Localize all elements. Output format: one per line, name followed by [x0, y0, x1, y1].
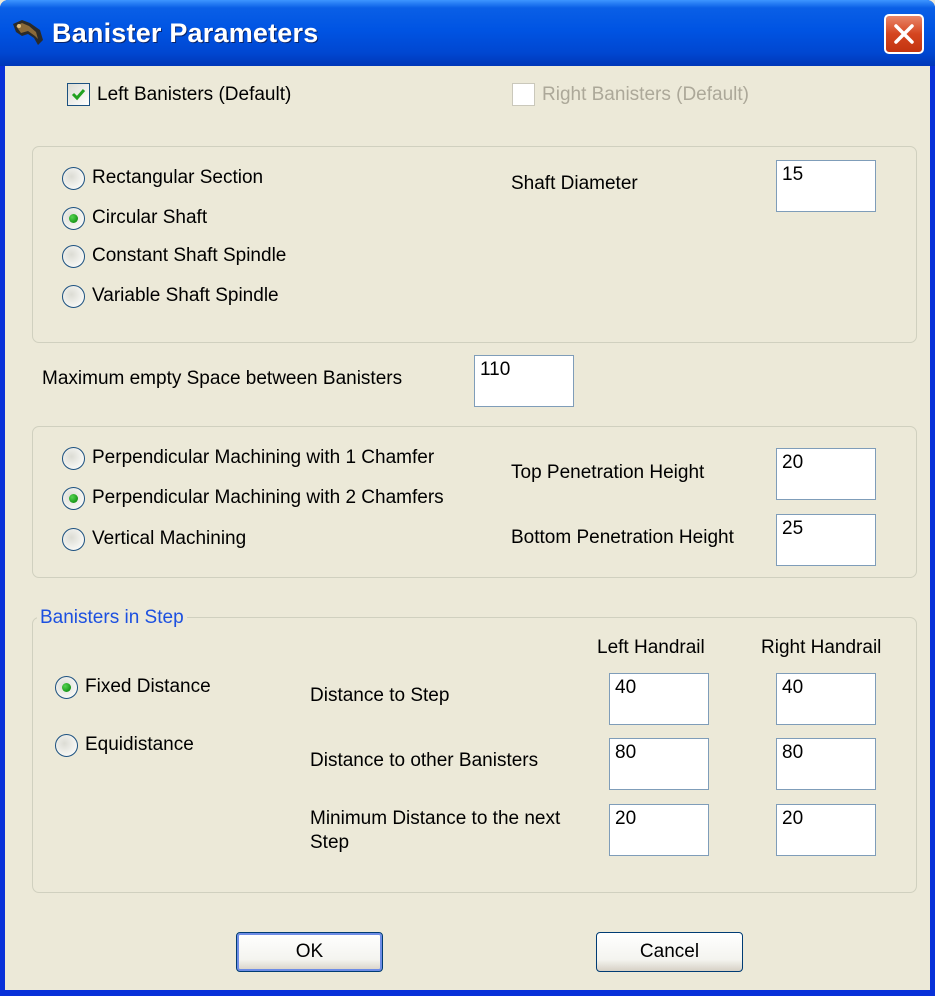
- circular-shaft-label[interactable]: Circular Shaft: [92, 207, 207, 229]
- banisters-in-step-title: Banisters in Step: [37, 607, 187, 629]
- distance-to-other-banisters-left-input[interactable]: 80: [609, 738, 709, 790]
- max-space-label: Maximum empty Space between Banisters: [42, 368, 403, 389]
- app-icon: [13, 20, 43, 45]
- top-penetration-input[interactable]: 20: [776, 448, 876, 500]
- perpendicular-1-chamfer-label[interactable]: Perpendicular Machining with 1 Chamfer: [92, 447, 434, 469]
- close-icon: [894, 24, 914, 44]
- equidistance-label[interactable]: Equidistance: [85, 734, 194, 756]
- min-distance-next-step-right-input[interactable]: 20: [776, 804, 876, 856]
- checkmark-icon: [71, 89, 86, 101]
- right-banisters-label: Right Banisters (Default): [542, 84, 749, 105]
- dialog-window: Banister Parameters Left Banisters (Defa…: [0, 0, 935, 996]
- shaft-diameter-input[interactable]: 15: [776, 160, 876, 212]
- title-bar[interactable]: Banister Parameters: [0, 0, 935, 66]
- distance-to-other-banisters-label: Distance to other Banisters: [310, 750, 539, 771]
- ok-button[interactable]: OK: [236, 932, 383, 972]
- variable-shaft-spindle-label[interactable]: Variable Shaft Spindle: [92, 285, 279, 307]
- distance-to-step-label: Distance to Step: [310, 685, 450, 706]
- window-title: Banister Parameters: [52, 18, 319, 48]
- shaft-diameter-label: Shaft Diameter: [511, 173, 638, 194]
- radio-rectangular-section[interactable]: [62, 167, 85, 190]
- min-distance-next-step-label-line2: Step: [310, 832, 350, 853]
- rectangular-section-label[interactable]: Rectangular Section: [92, 167, 263, 189]
- perpendicular-2-chamfers-label[interactable]: Perpendicular Machining with 2 Chamfers: [92, 487, 444, 509]
- min-distance-next-step-left-input[interactable]: 20: [609, 804, 709, 856]
- distance-to-step-left-input[interactable]: 40: [609, 673, 709, 725]
- bottom-penetration-input[interactable]: 25: [776, 514, 876, 566]
- right-handrail-header: Right Handrail: [761, 637, 882, 658]
- distance-to-step-right-input[interactable]: 40: [776, 673, 876, 725]
- constant-shaft-spindle-label[interactable]: Constant Shaft Spindle: [92, 245, 286, 267]
- vertical-machining-label[interactable]: Vertical Machining: [92, 528, 246, 550]
- dialog-body: Left Banisters (Default) Right Banisters…: [5, 66, 930, 990]
- radio-fixed-distance[interactable]: [55, 676, 78, 699]
- cancel-button[interactable]: Cancel: [596, 932, 743, 972]
- max-space-input[interactable]: 110: [474, 355, 574, 407]
- left-banisters-checkbox[interactable]: [67, 83, 90, 106]
- min-distance-next-step-label-line1: Minimum Distance to the next: [310, 808, 561, 829]
- left-banisters-label[interactable]: Left Banisters (Default): [97, 84, 291, 106]
- left-handrail-header: Left Handrail: [597, 637, 705, 658]
- radio-circular-shaft[interactable]: [62, 207, 85, 230]
- top-penetration-label: Top Penetration Height: [511, 462, 705, 483]
- close-button[interactable]: [884, 14, 924, 54]
- distance-to-other-banisters-right-input[interactable]: 80: [776, 738, 876, 790]
- radio-constant-shaft-spindle[interactable]: [62, 245, 85, 268]
- radio-equidistance[interactable]: [55, 734, 78, 757]
- fixed-distance-label[interactable]: Fixed Distance: [85, 676, 211, 698]
- radio-perpendicular-2-chamfers[interactable]: [62, 487, 85, 510]
- radio-vertical-machining[interactable]: [62, 528, 85, 551]
- radio-perpendicular-1-chamfer[interactable]: [62, 447, 85, 470]
- radio-variable-shaft-spindle[interactable]: [62, 285, 85, 308]
- right-banisters-checkbox[interactable]: [512, 83, 535, 106]
- bottom-penetration-label: Bottom Penetration Height: [511, 527, 734, 548]
